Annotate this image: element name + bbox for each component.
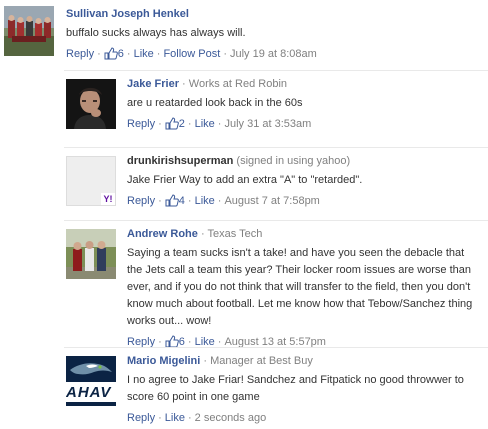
comment-author[interactable]: Jake Frier (127, 78, 179, 90)
reply-jake-frier: Jake Frier · Works at Red Robin are u re… (64, 70, 488, 144)
separator: · (126, 48, 131, 60)
separator: · (97, 48, 101, 60)
author-affiliation: Manager at Best Buy (210, 355, 313, 367)
timestamp[interactable]: August 7 at 7:58pm (224, 195, 319, 207)
reply-andrew-rohe: Andrew Rohe · Texas Tech Saying a team s… (64, 220, 488, 348)
team-photo-icon (4, 6, 54, 56)
reply-link[interactable]: Reply (127, 195, 155, 207)
timestamp[interactable]: July 19 at 8:08am (230, 48, 317, 60)
comment-text: Jake Frier Way to add an extra "A" to "r… (127, 174, 363, 186)
separator: · (158, 195, 162, 207)
avatar[interactable] (66, 79, 116, 129)
like-link[interactable]: Like (195, 195, 215, 207)
avatar[interactable] (4, 6, 54, 56)
profile-photo-icon (66, 229, 116, 279)
avatar[interactable] (66, 229, 116, 279)
separator: · (182, 78, 186, 90)
comment-text: buffalo sucks always has always will. (66, 27, 246, 39)
comment-author[interactable]: Andrew Rohe (127, 228, 198, 240)
author-affiliation: (signed in using yahoo) (236, 155, 351, 167)
separator: · (217, 118, 222, 130)
team-logo-wordmark: AHAV (66, 384, 116, 402)
avatar[interactable]: AHAV (66, 356, 116, 406)
logo-text: AHAV (66, 384, 112, 401)
comment-actions: Reply · Like · 2 seconds ago (127, 411, 480, 426)
separator: · (187, 412, 192, 424)
comment-actions: Reply · 4 · Like · August 7 at 7:58pm (127, 194, 480, 209)
comment-author: drunkirishsuperman (127, 155, 234, 167)
comment-actions: Reply · 6 · Like · Follow Post · July 19 at 8:08… (66, 47, 480, 62)
reply-link[interactable]: Reply (127, 118, 155, 130)
separator: · (156, 48, 161, 60)
reply-link[interactable]: Reply (66, 48, 94, 60)
comment-text: I no agree to Jake Friar! Sandchez and F… (127, 374, 464, 403)
comment-text: are u reatarded look back in the 60s (127, 97, 303, 109)
thumbs-up-icon (165, 194, 179, 207)
yahoo-badge-icon: Y! (101, 193, 115, 205)
like-count[interactable]: 2 (179, 118, 185, 130)
separator: · (203, 355, 208, 367)
timestamp[interactable]: July 31 at 3:53am (224, 118, 311, 130)
separator: · (158, 118, 162, 130)
like-link[interactable]: Like (195, 118, 215, 130)
follow-post-link[interactable]: Follow Post (163, 48, 220, 60)
reply-link[interactable]: Reply (127, 412, 155, 424)
like-link[interactable]: Like (134, 48, 154, 60)
like-link[interactable]: Like (165, 412, 185, 424)
like-count[interactable]: 6 (118, 48, 124, 60)
reply-drunkirishsuperman: Y! drunkirishsuperman (signed in using y… (64, 147, 488, 217)
comment-actions: Reply · 2 · Like · July 31 at 3:53am (127, 117, 480, 132)
separator: · (187, 118, 192, 130)
author-affiliation: Texas Tech (207, 228, 263, 240)
separator: · (187, 195, 192, 207)
author-affiliation: Works at Red Robin (188, 78, 288, 90)
thumbs-up-icon (104, 47, 118, 60)
comment-author[interactable]: Mario Migelini (127, 355, 200, 367)
separator: · (217, 195, 222, 207)
avatar[interactable]: Y! (66, 156, 116, 206)
comment-thread: Sullivan Joseph Henkel buffalo sucks alw… (0, 0, 488, 429)
thumbs-up-icon (165, 117, 179, 130)
separator: · (158, 412, 162, 424)
reply-mario-migelini: AHAV Mario Migelini · Manager at Best Bu… (64, 347, 488, 429)
timestamp[interactable]: 2 seconds ago (195, 412, 267, 424)
separator: · (200, 228, 205, 240)
comment-sullivan: Sullivan Joseph Henkel buffalo sucks alw… (0, 0, 488, 66)
like-count[interactable]: 4 (179, 195, 185, 207)
profile-photo-icon (66, 79, 116, 129)
yahoo-badge-label: Y! (103, 194, 113, 204)
comment-author[interactable]: Sullivan Joseph Henkel (66, 8, 189, 20)
separator: · (223, 48, 227, 60)
comment-text: Saying a team sucks isn't a take! and ha… (127, 247, 473, 327)
